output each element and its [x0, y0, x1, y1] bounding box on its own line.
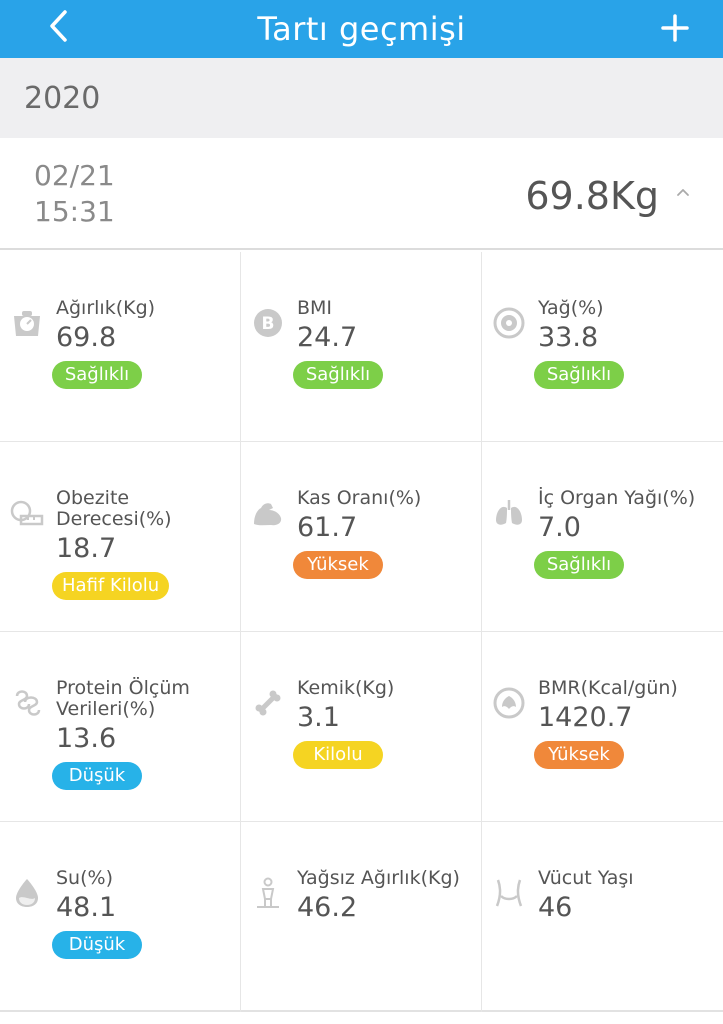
metric-bmi[interactable]: B BMI 24.7 Sağlıklı — [241, 252, 482, 442]
metric-label: Obezite Derecesi(%) — [56, 487, 172, 530]
page-title: Tartı geçmişi — [257, 10, 466, 48]
status-badge: Hafif Kilolu — [52, 572, 170, 600]
fat-icon — [492, 306, 526, 340]
metric-value: 61.7 — [297, 512, 358, 543]
bone-icon — [251, 686, 285, 720]
metric-label: İç Organ Yağı(%) — [538, 487, 696, 509]
status-badge: Kilolu — [293, 741, 383, 769]
metric-label: BMI — [297, 297, 333, 319]
metric-value: 1420.7 — [538, 702, 633, 733]
status-badge: Yüksek — [534, 741, 624, 769]
chevron-up-icon[interactable] — [673, 182, 693, 202]
record-date: 02/21 — [34, 159, 115, 192]
metric-value: 7.0 — [538, 512, 581, 543]
metric-lean-mass[interactable]: Yağsız Ağırlık(Kg) 46.2 — [241, 822, 482, 1012]
record-time: 15:31 — [34, 195, 115, 228]
lungs-icon — [492, 496, 526, 530]
app-header: Tartı geçmişi — [0, 0, 723, 58]
scale-icon — [10, 306, 44, 340]
metric-label: Su(%) — [56, 867, 113, 889]
metric-label: Vücut Yaşı — [538, 867, 634, 889]
status-badge: Düşük — [52, 762, 142, 790]
metric-obesity[interactable]: Obezite Derecesi(%) 18.7 Hafif Kilolu — [0, 442, 241, 632]
weigh-record-row[interactable]: 02/21 15:31 69.8Kg — [0, 138, 723, 250]
bmi-icon: B — [251, 306, 285, 340]
water-drop-icon — [10, 876, 44, 910]
metric-value: 24.7 — [297, 322, 358, 353]
record-datetime: 02/21 15:31 — [34, 158, 115, 230]
tape-measure-icon — [10, 496, 44, 530]
metric-value: 46.2 — [297, 892, 358, 923]
metric-label: Yağsız Ağırlık(Kg) — [297, 867, 460, 889]
metric-value: 33.8 — [538, 322, 599, 353]
metric-value: 46 — [538, 892, 573, 923]
metric-label: Ağırlık(Kg) — [56, 297, 156, 319]
back-button[interactable] — [38, 6, 78, 46]
metrics-grid: Ağırlık(Kg) 69.8 Sağlıklı B BMI 24.7 Sağ… — [0, 252, 723, 1012]
status-badge: Yüksek — [293, 551, 383, 579]
status-badge: Sağlıklı — [52, 361, 142, 389]
metric-protein[interactable]: Protein Ölçüm Verileri(%) 13.6 Düşük — [0, 632, 241, 822]
body-figure-icon — [251, 876, 285, 910]
metric-muscle[interactable]: Kas Oranı(%) 61.7 Yüksek — [241, 442, 482, 632]
chevron-left-icon — [50, 10, 67, 42]
metric-value: 69.8 — [56, 322, 117, 353]
metric-bone[interactable]: Kemik(Kg) 3.1 Kilolu — [241, 632, 482, 822]
metric-visceral-fat[interactable]: İç Organ Yağı(%) 7.0 Sağlıklı — [482, 442, 723, 632]
metric-bmr[interactable]: BMR(Kcal/gün) 1420.7 Yüksek — [482, 632, 723, 822]
metric-fat[interactable]: Yağ(%) 33.8 Sağlıklı — [482, 252, 723, 442]
metric-label: Kemik(Kg) — [297, 677, 395, 699]
metric-label: Protein Ölçüm Verileri(%) — [56, 677, 190, 720]
waist-icon — [492, 876, 526, 910]
status-badge: Sağlıklı — [534, 361, 624, 389]
add-button[interactable] — [655, 8, 695, 48]
metric-value: 3.1 — [297, 702, 340, 733]
year-label: 2020 — [24, 80, 101, 116]
status-badge: Sağlıklı — [293, 361, 383, 389]
metric-value: 13.6 — [56, 723, 117, 754]
year-section-header: 2020 — [0, 58, 723, 138]
metabolism-icon — [492, 686, 526, 720]
status-badge: Düşük — [52, 931, 142, 959]
metric-weight[interactable]: Ağırlık(Kg) 69.8 Sağlıklı — [0, 252, 241, 442]
muscle-icon — [251, 496, 285, 530]
metric-water[interactable]: Su(%) 48.1 Düşük — [0, 822, 241, 1012]
metric-body-age[interactable]: Vücut Yaşı 46 — [482, 822, 723, 1012]
plus-icon — [661, 14, 689, 42]
protein-icon — [10, 686, 44, 720]
metric-label: Yağ(%) — [538, 297, 604, 319]
metric-label: Kas Oranı(%) — [297, 487, 422, 509]
svg-text:B: B — [262, 314, 275, 334]
status-badge: Sağlıklı — [534, 551, 624, 579]
metric-value: 48.1 — [56, 892, 117, 923]
record-weight: 69.8Kg — [525, 174, 659, 218]
metric-value: 18.7 — [56, 533, 117, 564]
metric-label: BMR(Kcal/gün) — [538, 677, 678, 699]
